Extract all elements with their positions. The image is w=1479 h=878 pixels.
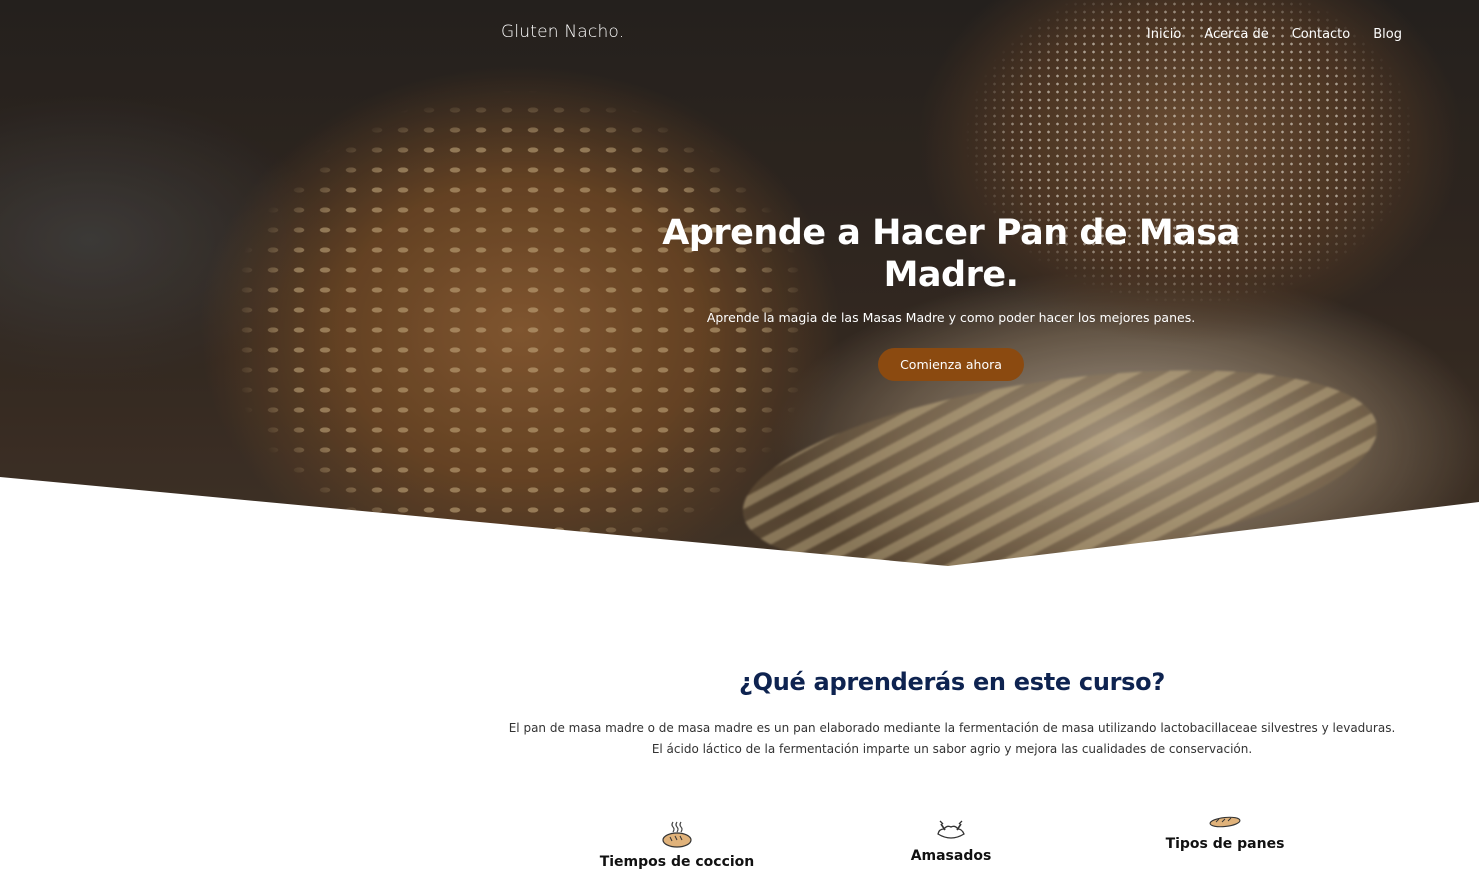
nav-link-inicio[interactable]: Inicio [1147, 27, 1181, 42]
nav-link-contacto[interactable]: Contacto [1292, 27, 1351, 42]
feature-baking-times: Tiempos de coccion [577, 820, 777, 870]
kneading-dough-icon [937, 820, 965, 839]
hero-section: Gluten Nacho. Inicio Acerca de Contacto … [0, 0, 1479, 570]
section-title: ¿Qué aprenderás en este curso? [739, 668, 1165, 696]
section-description: El pan de masa madre o de masa madre es … [480, 718, 1424, 760]
hero-subtitle: Aprende la magia de las Masas Madre y co… [706, 310, 1196, 325]
feature-label: Amasados [910, 848, 992, 864]
description-line-1: El pan de masa madre o de masa madre es … [508, 721, 1396, 735]
bread-loaf-steam-icon [662, 821, 692, 848]
feature-label: Tiempos de coccion [599, 854, 755, 870]
feature-label: Tipos de panes [1165, 836, 1285, 852]
nav-link-blog[interactable]: Blog [1373, 27, 1402, 42]
brand-logo[interactable]: Gluten Nacho. [501, 22, 624, 42]
baguette-icon [1209, 816, 1241, 828]
hero-title: Aprende a Hacer Pan de Masa Madre. [662, 213, 1240, 295]
main-nav: Inicio Acerca de Contacto Blog [1147, 27, 1402, 42]
feature-kneading: Amasados [851, 816, 1051, 864]
hero-content: Aprende a Hacer Pan de Masa Madre. Apren… [621, 212, 1281, 381]
description-line-2: El ácido láctico de la fermentación impa… [651, 742, 1253, 756]
start-now-button[interactable]: Comienza ahora [878, 348, 1024, 381]
feature-bread-types: Tipos de panes [1125, 814, 1325, 852]
nav-link-acerca-de[interactable]: Acerca de [1204, 27, 1268, 42]
course-intro-section: ¿Qué aprenderás en este curso? El pan de… [480, 668, 1424, 760]
